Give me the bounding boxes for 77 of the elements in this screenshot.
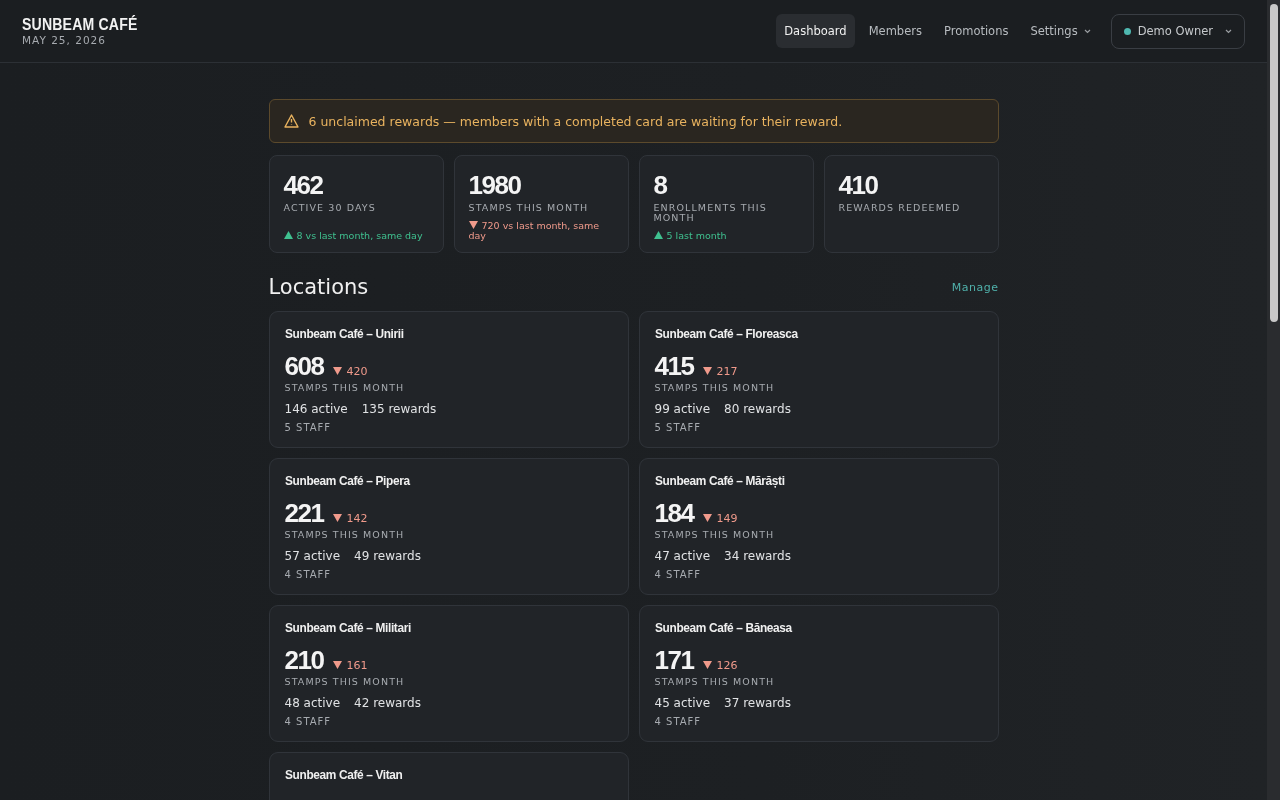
nav-link[interactable]: Promotions [935, 14, 1017, 48]
location-name: Sunbeam Café – Vitan [284, 767, 403, 782]
manage-link[interactable]: Manage [951, 280, 999, 294]
stat-label: STAMPS THIS MONTH [654, 530, 776, 540]
date-text: MAY 25, 2026 [22, 34, 107, 46]
up-triangle-icon [283, 231, 293, 239]
active-count: 146 active [284, 402, 348, 416]
staff-count: 4 STAFF [284, 569, 333, 580]
location-name: Sunbeam Café – Băneasa [654, 620, 793, 635]
chevron-icon [1225, 28, 1232, 34]
down-triangle-icon [333, 367, 343, 375]
stat-label: REWARDS REDEEMED [838, 203, 962, 213]
stamp-count: 608 [284, 351, 324, 381]
rewards-count: 34 rewards [724, 549, 791, 563]
trend-text: 8 vs last month, same day [283, 231, 429, 241]
rewards-count: 37 rewards [724, 696, 791, 710]
scrollbar[interactable] [1267, 0, 1280, 800]
location-name: Sunbeam Café – Unirii [284, 326, 405, 341]
location-name: Sunbeam Café – Mărăști [654, 473, 786, 488]
up-triangle-icon [653, 231, 663, 239]
staff-count: 4 STAFF [654, 569, 703, 580]
stat-value: 1980 [468, 170, 522, 200]
rewards-count: 49 rewards [354, 549, 421, 563]
stat-value: 8 [653, 170, 668, 200]
trend-text: 126 [703, 661, 738, 671]
location-name: Sunbeam Café – Militari [284, 620, 412, 635]
rewards-count: 80 rewards [724, 402, 791, 416]
down-triangle-icon [333, 661, 343, 669]
trend-text: 420 [333, 367, 368, 377]
active-count: 45 active [654, 696, 711, 710]
rewards-count: 42 rewards [354, 696, 421, 710]
brand-name: SUNBEAM CAFÉ [22, 16, 138, 34]
down-triangle-icon [703, 514, 713, 522]
active-count: 99 active [654, 402, 711, 416]
section-title: Locations [268, 275, 369, 299]
trend-text: 5 last month [653, 231, 799, 241]
stat-value: 462 [283, 170, 324, 200]
stat-label: STAMPS THIS MONTH [468, 203, 590, 213]
down-triangle-icon [333, 514, 343, 522]
trend-text: 217 [703, 367, 738, 377]
trend-text: 161 [333, 661, 368, 671]
active-count: 57 active [284, 549, 341, 563]
stat-label: STAMPS THIS MONTH [284, 530, 406, 540]
active-count: 48 active [284, 696, 341, 710]
down-triangle-icon [468, 221, 478, 229]
stat-label: ACTIVE 30 DAYS [283, 203, 377, 213]
chevron-icon [1083, 28, 1091, 34]
stat-label: STAMPS THIS MONTH [654, 677, 776, 687]
active-count: 47 active [654, 549, 711, 563]
staff-count: 4 STAFF [284, 716, 333, 727]
stamp-count: 415 [654, 351, 694, 381]
location-name: Sunbeam Café – Pipera [284, 473, 411, 488]
alert-text: 6 unclaimed rewards — members with a completed card are waiting for their reward. [308, 113, 843, 129]
stat-label: STAMPS THIS MONTH [284, 677, 406, 687]
stat-label: ENROLLMENTS THIS MONTH [653, 203, 768, 223]
stat-label: STAMPS THIS MONTH [284, 383, 406, 393]
trend-text: 149 [703, 514, 738, 524]
nav-link[interactable]: Settings [1022, 14, 1099, 48]
down-triangle-icon [703, 367, 713, 375]
stat-label: STAMPS THIS MONTH [654, 383, 776, 393]
staff-count: 5 STAFF [654, 422, 703, 433]
rewards-count: 135 rewards [361, 402, 437, 416]
down-triangle-icon [703, 661, 713, 669]
trend-text: 720 vs last month, same day [468, 221, 601, 241]
nav-link[interactable]: Dashboard [776, 14, 855, 48]
account-menu-button[interactable]: Demo Owner [1110, 13, 1245, 49]
nav-link[interactable]: Members [860, 14, 930, 48]
staff-count: 5 STAFF [284, 422, 333, 433]
stamp-count: 171 [654, 645, 694, 675]
staff-count: 4 STAFF [654, 716, 703, 727]
stamp-count: 184 [654, 498, 694, 528]
location-name: Sunbeam Café – Floreasca [654, 326, 799, 341]
warning-icon [283, 114, 299, 128]
stamp-count: 210 [284, 645, 324, 675]
trend-text: 142 [333, 514, 368, 524]
stamp-count: 221 [284, 498, 324, 528]
stat-value: 410 [838, 170, 879, 200]
